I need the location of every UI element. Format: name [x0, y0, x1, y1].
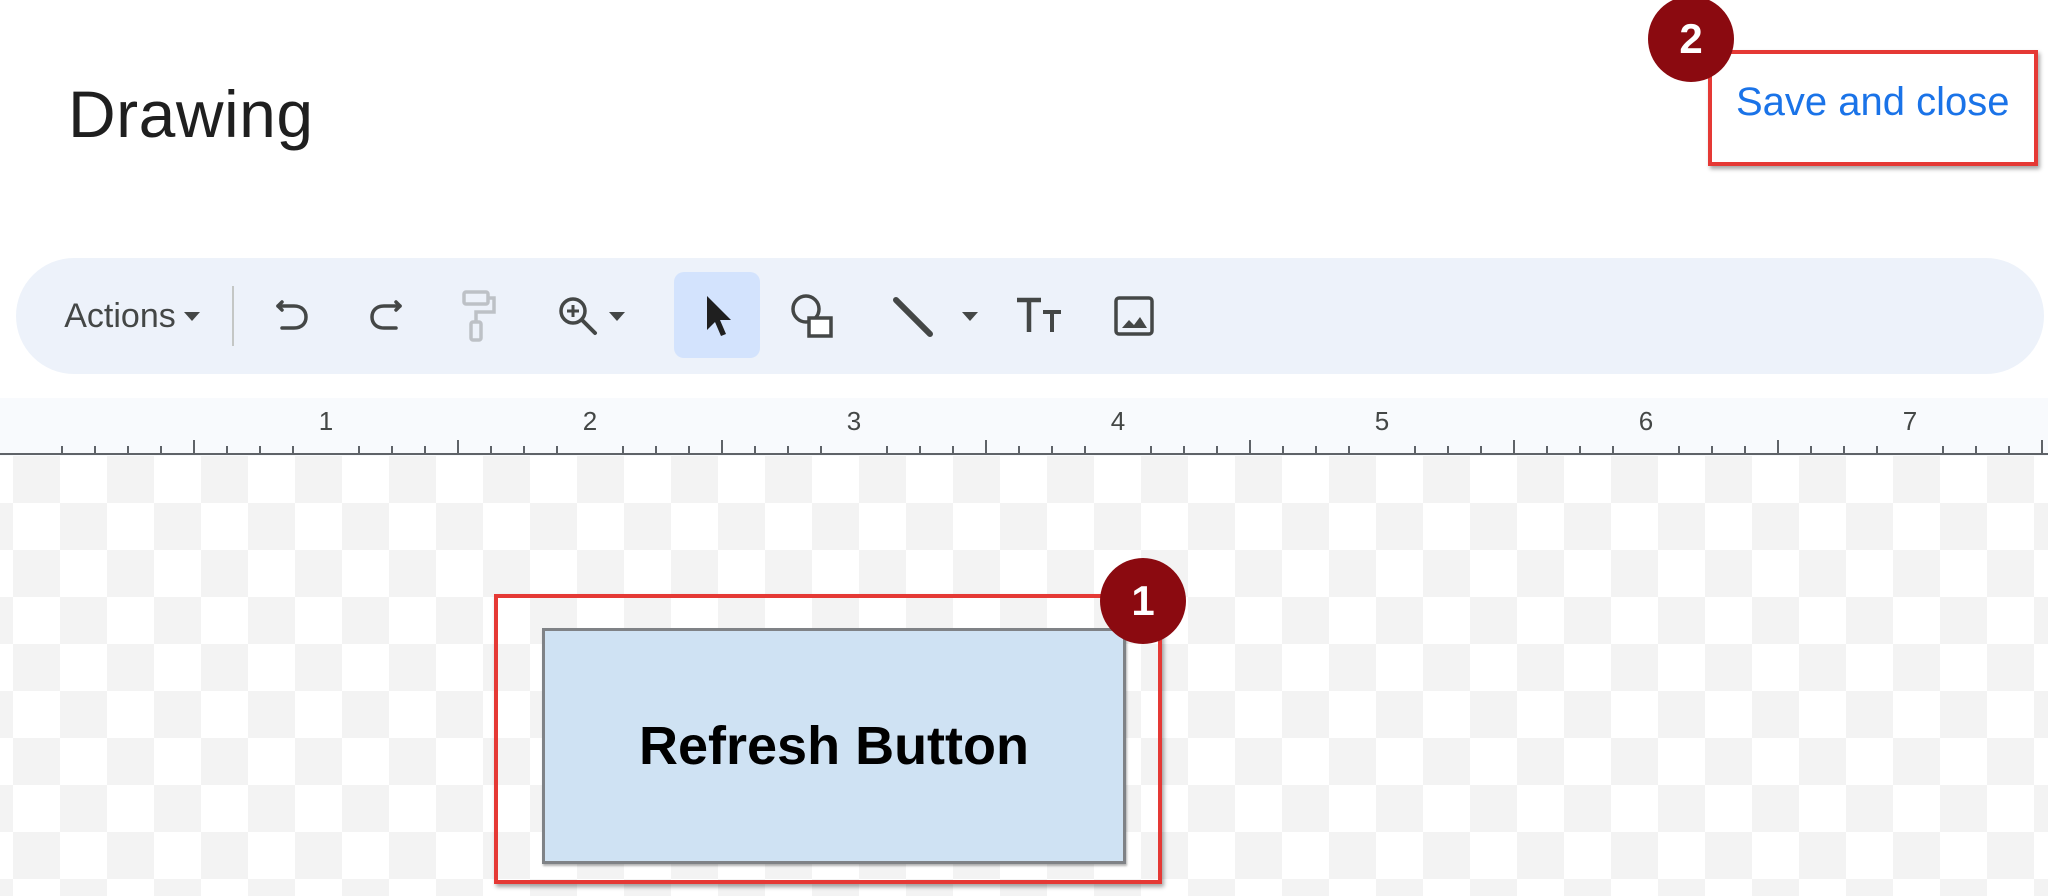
line-tool-button[interactable] — [878, 258, 988, 374]
ruler-label: 5 — [1375, 406, 1389, 436]
image-button[interactable] — [1104, 258, 1164, 374]
select-tool-button[interactable] — [674, 258, 760, 374]
ruler-ticks: 1 2 3 4 5 6 7 — [0, 406, 2048, 455]
ruler-label: 6 — [1639, 406, 1653, 436]
drawing-title: Drawing — [68, 77, 314, 151]
actions-menu-button[interactable]: Actions — [52, 258, 212, 374]
undo-button[interactable] — [262, 258, 322, 374]
shape-icon — [791, 294, 833, 338]
text-box-button[interactable] — [1010, 258, 1070, 374]
paint-format-icon — [462, 290, 496, 342]
chevron-down-icon — [609, 311, 625, 321]
ruler-label: 3 — [847, 406, 861, 436]
undo-icon — [276, 300, 308, 330]
ruler-label: 1 — [319, 406, 333, 436]
redo-button[interactable] — [356, 258, 416, 374]
chevron-down-icon — [183, 311, 200, 321]
select-icon — [707, 296, 731, 336]
zoom-button[interactable] — [540, 258, 640, 374]
text-box-icon — [1017, 297, 1061, 332]
actions-menu-label: Actions — [64, 296, 176, 335]
step-badge-1: 1 — [1100, 558, 1186, 644]
ruler-label: 2 — [583, 406, 597, 436]
line-icon — [893, 297, 933, 337]
toolbar-divider — [232, 286, 234, 346]
paint-format-button[interactable] — [448, 258, 508, 374]
chevron-down-icon — [962, 311, 978, 321]
zoom-icon — [559, 297, 597, 335]
save-highlight-box — [1708, 50, 2038, 166]
step-badge-2: 2 — [1648, 0, 1734, 82]
image-icon — [1114, 296, 1154, 336]
ruler-label: 7 — [1903, 406, 1917, 436]
horizontal-ruler: 1 2 3 4 5 6 7 — [0, 398, 2048, 456]
shape-tool-button[interactable] — [778, 258, 848, 374]
shape-highlight-box — [494, 594, 1162, 884]
redo-icon — [370, 300, 402, 330]
ruler-label: 4 — [1111, 406, 1125, 436]
